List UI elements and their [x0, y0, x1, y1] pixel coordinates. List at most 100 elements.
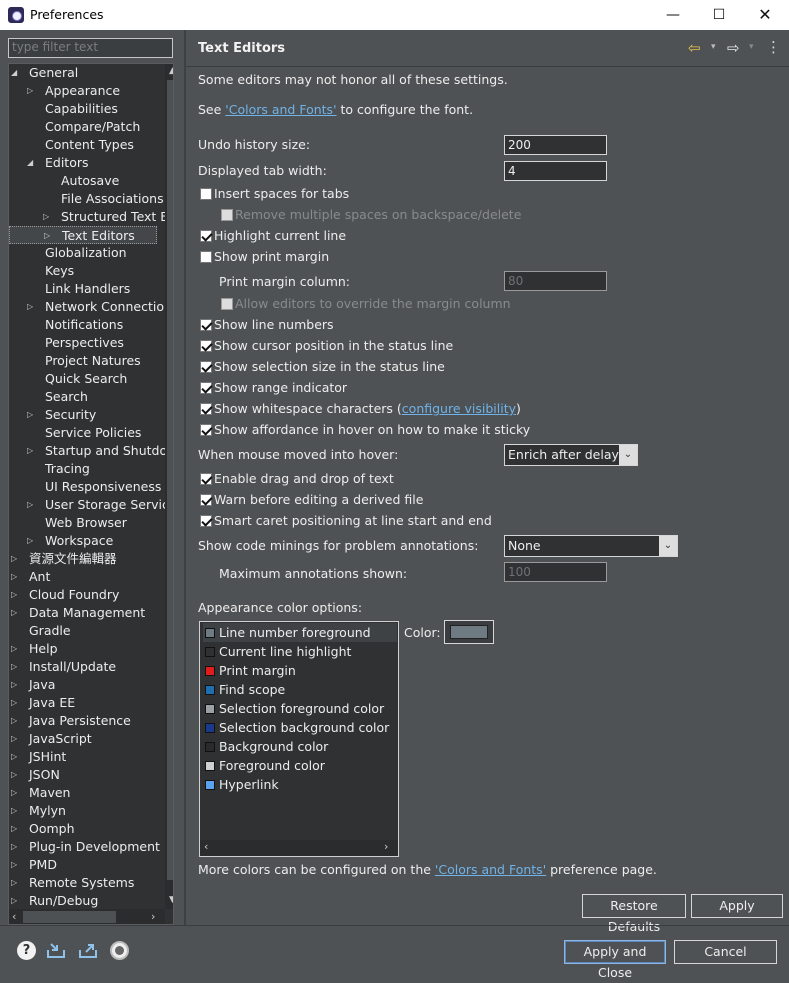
color-option-item[interactable]: Hyperlink	[203, 775, 397, 794]
scroll-down-icon[interactable]: ▼	[169, 895, 173, 905]
cursor-position-checkbox-row[interactable]: Show cursor position in the status line	[198, 338, 453, 353]
tree-item[interactable]: ▷ Data Management	[9, 604, 157, 622]
tree-item[interactable]: ▷ Ant	[9, 568, 157, 586]
import-icon[interactable]	[46, 940, 66, 960]
color-option-item[interactable]: Foreground color	[203, 756, 397, 775]
scroll-right-icon[interactable]: ›	[151, 910, 155, 923]
warn-derived-checkbox-row[interactable]: Warn before editing a derived file	[198, 492, 423, 507]
tree-item[interactable]: Capabilities	[9, 100, 157, 118]
expand-twisty-icon[interactable]: ▷	[11, 658, 17, 676]
minimize-button[interactable]: —	[650, 2, 696, 28]
undo-history-input[interactable]: 200	[504, 135, 607, 155]
color-option-item[interactable]: Print margin	[203, 661, 397, 680]
hover-select[interactable]: Enrich after delay ⌄	[504, 444, 638, 466]
tree-item[interactable]: Content Types	[9, 136, 157, 154]
tree-item[interactable]: ▷ Remote Systems	[9, 874, 157, 892]
range-indicator-checkbox-row[interactable]: Show range indicator	[198, 380, 347, 395]
line-numbers-checkbox-row[interactable]: Show line numbers	[198, 317, 334, 332]
tree-item[interactable]: ▷ JavaScript	[9, 730, 157, 748]
expand-twisty-icon[interactable]: ▷	[11, 586, 17, 604]
expand-twisty-icon[interactable]: ▷	[11, 568, 17, 586]
maximize-button[interactable]: ☐	[696, 2, 742, 28]
apply-and-close-button[interactable]: Apply and Close	[564, 940, 666, 980]
tree-item[interactable]: Compare/Patch	[9, 118, 157, 136]
color-option-item[interactable]: Current line highlight	[203, 642, 397, 661]
tree-item[interactable]: ▷ Java EE	[9, 694, 157, 712]
range-indicator-checkbox[interactable]	[200, 382, 212, 394]
tree-item[interactable]: ◢ Editors	[9, 154, 157, 172]
tree-item[interactable]: ▷ Install/Update	[9, 658, 157, 676]
tree-item[interactable]: Project Natures	[9, 352, 157, 370]
record-icon[interactable]	[110, 941, 129, 960]
remove-spaces-checkbox-row[interactable]: Remove multiple spaces on backspace/dele…	[219, 207, 521, 222]
expand-twisty-icon[interactable]: ▷	[27, 82, 33, 100]
warn-derived-checkbox[interactable]	[200, 494, 212, 506]
line-numbers-checkbox[interactable]	[200, 319, 212, 331]
scroll-left-icon[interactable]: ‹	[204, 840, 208, 853]
export-icon[interactable]	[78, 940, 98, 960]
expand-twisty-icon[interactable]: ▷	[11, 604, 17, 622]
expand-twisty-icon[interactable]: ▷	[27, 532, 33, 550]
smart-caret-checkbox-row[interactable]: Smart caret positioning at line start an…	[198, 513, 492, 528]
color-option-item[interactable]: Background color	[203, 737, 397, 756]
tree-item[interactable]: ▷ Structured Text E	[9, 208, 168, 226]
scroll-right-icon[interactable]: ›	[384, 840, 388, 853]
colors-fonts-link[interactable]: 'Colors and Fonts'	[225, 102, 336, 117]
allow-override-checkbox[interactable]	[221, 298, 233, 310]
tree-item[interactable]: ▷ Java Persistence	[9, 712, 157, 730]
cursor-position-checkbox[interactable]	[200, 340, 212, 352]
tree-horizontal-scrollbar[interactable]: ‹ ›	[9, 909, 165, 924]
color-option-item[interactable]: Selection foreground color	[203, 699, 397, 718]
tree-item[interactable]: Globalization	[9, 244, 157, 262]
tree-item[interactable]: File Associations	[9, 190, 164, 208]
forward-dropdown-icon[interactable]: ▾	[749, 42, 754, 52]
expand-twisty-icon[interactable]: ▷	[27, 442, 33, 460]
expand-twisty-icon[interactable]: ▷	[11, 694, 17, 712]
tree-item[interactable]: Web Browser	[9, 514, 157, 532]
affordance-checkbox-row[interactable]: Show affordance in hover on how to make …	[198, 422, 530, 437]
print-margin-checkbox[interactable]	[200, 251, 212, 263]
tree-item[interactable]: Quick Search	[9, 370, 157, 388]
scroll-up-icon[interactable]: ▲	[169, 66, 173, 76]
tree-item[interactable]: ▷ Plug-in Development	[9, 838, 160, 856]
collapse-twisty-icon[interactable]: ◢	[27, 154, 33, 172]
code-minings-select[interactable]: None ⌄	[504, 535, 678, 557]
close-button[interactable]: ✕	[742, 2, 788, 28]
restore-defaults-button[interactable]: Restore Defaults	[582, 894, 686, 934]
scroll-thumb[interactable]	[23, 911, 116, 923]
tree-item[interactable]: ◢ General	[9, 64, 157, 82]
tree-item[interactable]: ▷ Cloud Foundry	[9, 586, 157, 604]
expand-twisty-icon[interactable]: ▷	[11, 874, 17, 892]
tree-item[interactable]: Gradle	[9, 622, 157, 640]
tree-item[interactable]: Tracing	[9, 460, 157, 478]
expand-twisty-icon[interactable]: ▷	[44, 227, 50, 245]
collapse-twisty-icon[interactable]: ◢	[11, 64, 17, 82]
expand-twisty-icon[interactable]: ▷	[11, 730, 17, 748]
tree-vertical-scrollbar[interactable]: ▲ ▼	[165, 64, 173, 909]
expand-twisty-icon[interactable]: ▷	[11, 766, 17, 784]
expand-twisty-icon[interactable]: ▷	[11, 856, 17, 874]
expand-twisty-icon[interactable]: ▷	[11, 550, 17, 568]
tree-item[interactable]: ▷ Appearance	[9, 82, 157, 100]
expand-twisty-icon[interactable]: ▷	[11, 676, 17, 694]
whitespace-checkbox-row[interactable]: Show whitespace characters (configure vi…	[198, 401, 521, 416]
back-dropdown-icon[interactable]: ▾	[711, 42, 716, 52]
tree-item[interactable]: ▷ Mylyn	[9, 802, 157, 820]
remove-spaces-checkbox[interactable]	[221, 209, 233, 221]
tree-item[interactable]: ▷ Workspace	[9, 532, 157, 550]
tree-item[interactable]: ▷ Startup and Shutdo	[9, 442, 167, 460]
expand-twisty-icon[interactable]: ▷	[27, 406, 33, 424]
tree-item[interactable]: ▷ Security	[9, 406, 157, 424]
drag-drop-checkbox-row[interactable]: Enable drag and drop of text	[198, 471, 394, 486]
configure-visibility-link[interactable]: configure visibility	[402, 401, 516, 416]
selection-size-checkbox-row[interactable]: Show selection size in the status line	[198, 359, 445, 374]
tree-item[interactable]: Notifications	[9, 316, 157, 334]
tree-item[interactable]: UI Responsiveness M	[9, 478, 173, 496]
tree-item[interactable]: ▷ Network Connection	[9, 298, 172, 316]
expand-twisty-icon[interactable]: ▷	[11, 640, 17, 658]
tree-item[interactable]: ▷ Java	[9, 676, 157, 694]
allow-override-checkbox-row[interactable]: Allow editors to override the margin col…	[219, 296, 511, 311]
tree-item[interactable]: Perspectives	[9, 334, 157, 352]
color-option-item[interactable]: Find scope	[203, 680, 397, 699]
tree-item[interactable]: Autosave	[9, 172, 157, 190]
